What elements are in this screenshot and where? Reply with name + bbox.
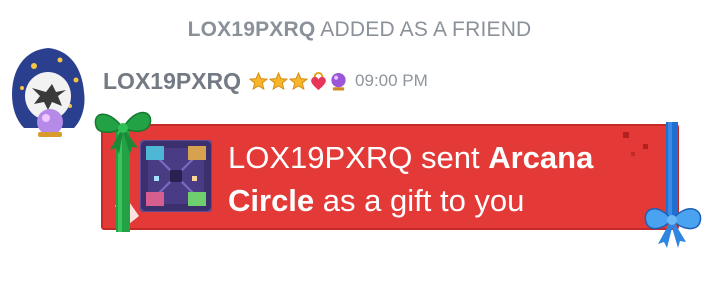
avatar[interactable] bbox=[4, 44, 94, 138]
arcana-circle-thumbnail bbox=[140, 140, 212, 212]
badge-row bbox=[249, 71, 348, 91]
system-message-user: LOX19PXRQ bbox=[187, 18, 316, 41]
gift-message: LOX19PXRQ sent Arcana Circle as a gift t… bbox=[228, 136, 628, 222]
star-icon bbox=[289, 71, 309, 90]
wizard-avatar-icon bbox=[12, 48, 85, 137]
message-timestamp: 09:00 PM bbox=[355, 71, 428, 90]
username[interactable]: LOX19PXRQ bbox=[103, 68, 241, 95]
crystal-ball-icon bbox=[331, 72, 346, 91]
system-message: LOX19PXRQ ADDED AS A FRIEND bbox=[0, 18, 719, 42]
star-icon bbox=[249, 71, 269, 90]
message-header: LOX19PXRQ 09:00 PM bbox=[103, 64, 428, 98]
gift-item-name-line2: Circle bbox=[228, 183, 315, 218]
gift-suffix: as a gift to you bbox=[322, 183, 525, 218]
star-icon bbox=[269, 71, 289, 90]
blue-ribbon-icon bbox=[644, 122, 702, 248]
gift-sent-label: sent bbox=[421, 140, 480, 175]
gift-sender: LOX19PXRQ bbox=[228, 140, 413, 175]
gift-item-name-line1: Arcana bbox=[488, 140, 594, 175]
heart-lock-icon bbox=[311, 71, 326, 90]
system-message-text: ADDED AS A FRIEND bbox=[320, 18, 532, 41]
